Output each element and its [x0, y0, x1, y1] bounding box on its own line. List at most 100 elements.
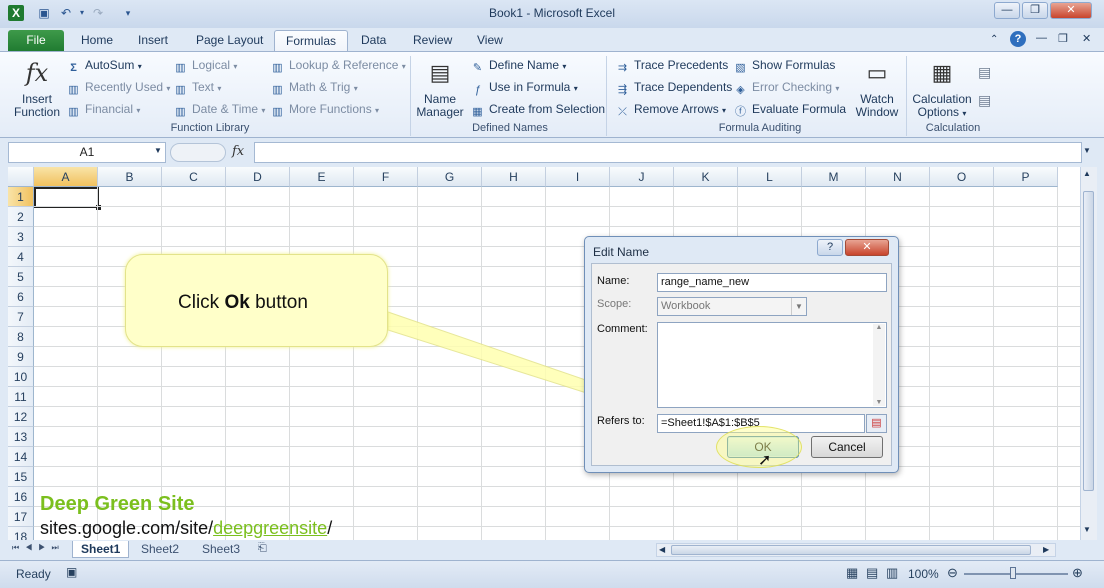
lookup-reference-button[interactable]: ▥ Lookup & Reference ▾ — [270, 56, 405, 74]
row-header[interactable]: 12 — [8, 407, 34, 427]
row-header[interactable]: 5 — [8, 267, 34, 287]
column-header[interactable]: G — [418, 167, 482, 187]
remove-arrows-button[interactable]: ⤫ Remove Arrows ▾ — [615, 100, 726, 118]
column-header[interactable]: D — [226, 167, 290, 187]
sheet-nav-arrows-icon[interactable]: ⏮◀▶⏭ — [12, 543, 65, 553]
column-header[interactable]: A — [34, 167, 98, 187]
column-header[interactable]: E — [290, 167, 354, 187]
horizontal-scrollbar[interactable]: ◀ ▶ — [656, 543, 1056, 557]
formula-input[interactable] — [254, 142, 1082, 163]
doc-restore-icon[interactable]: ❐ — [1058, 32, 1068, 45]
row-header[interactable]: 8 — [8, 327, 34, 347]
minimize-ribbon-icon[interactable]: ⌃ — [990, 34, 998, 45]
watermark-link[interactable]: deepgreensite — [213, 518, 327, 538]
column-header[interactable]: K — [674, 167, 738, 187]
row-header[interactable]: 7 — [8, 307, 34, 327]
zoom-level[interactable]: 100% — [908, 567, 939, 581]
page-layout-view-icon[interactable]: ▤ — [866, 565, 878, 581]
select-all-corner[interactable] — [8, 167, 34, 187]
insert-sheet-icon[interactable]: ⎗ — [258, 542, 267, 555]
macro-record-icon[interactable]: ▣ — [66, 565, 77, 579]
watch-window-button[interactable]: ▭ Watch Window — [852, 57, 902, 119]
insert-function-button[interactable]: fx Insert Function — [12, 57, 62, 119]
sheet-tab-sheet3[interactable]: Sheet3 — [194, 541, 248, 558]
comment-scrollbar[interactable]: ▲ ▼ — [873, 324, 885, 406]
scroll-up-icon[interactable]: ▲ — [1083, 169, 1091, 178]
expand-formula-bar-icon[interactable]: ▼ — [1083, 146, 1091, 155]
tab-review[interactable]: Review — [402, 30, 463, 52]
minimize-button[interactable]: — — [994, 2, 1020, 19]
sheet-tab-sheet2[interactable]: Sheet2 — [133, 541, 187, 558]
name-input[interactable]: range_name_new — [657, 273, 887, 292]
show-formulas-button[interactable]: ▧ Show Formulas — [733, 56, 835, 74]
row-header[interactable]: 9 — [8, 347, 34, 367]
error-checking-button[interactable]: ◈ Error Checking ▾ — [733, 78, 839, 96]
recently-used-button[interactable]: ▥ Recently Used ▾ — [66, 78, 170, 96]
row-header[interactable]: 3 — [8, 227, 34, 247]
column-header[interactable]: L — [738, 167, 802, 187]
row-header[interactable]: 2 — [8, 207, 34, 227]
normal-view-icon[interactable]: ▦ — [846, 565, 858, 581]
close-button[interactable]: ✕ — [1050, 2, 1092, 19]
row-header[interactable]: 13 — [8, 427, 34, 447]
zoom-in-icon[interactable]: ⊕ — [1072, 565, 1083, 581]
doc-minimize-icon[interactable]: — — [1036, 32, 1047, 44]
calculate-now-icon[interactable]: ▤ — [978, 64, 991, 81]
row-header[interactable]: 16 — [8, 487, 34, 507]
row-header[interactable]: 1 — [8, 187, 34, 207]
scroll-right-icon[interactable]: ▶ — [1043, 545, 1049, 554]
trace-precedents-button[interactable]: ⇉ Trace Precedents — [615, 56, 728, 74]
name-box-dropdown-icon[interactable]: ▼ — [154, 146, 162, 155]
cancel-button[interactable]: Cancel — [811, 436, 883, 458]
column-header[interactable]: F — [354, 167, 418, 187]
scroll-left-icon[interactable]: ◀ — [659, 545, 665, 554]
tab-page-layout[interactable]: Page Layout — [185, 30, 274, 52]
column-header[interactable]: C — [162, 167, 226, 187]
page-break-view-icon[interactable]: ▥ — [886, 565, 898, 581]
name-manager-button[interactable]: ▤ Name Manager — [414, 57, 466, 119]
horizontal-scroll-thumb[interactable] — [671, 545, 1031, 555]
use-in-formula-button[interactable]: ƒ Use in Formula ▾ — [470, 78, 577, 96]
calculation-options-button[interactable]: ▦ Calculation Options ▾ — [910, 57, 974, 120]
logical-button[interactable]: ▥ Logical ▾ — [173, 56, 237, 74]
column-header[interactable]: B — [98, 167, 162, 187]
selected-cell-a1[interactable] — [34, 187, 99, 208]
math-trig-button[interactable]: ▥ Math & Trig ▾ — [270, 78, 357, 96]
worksheet-grid[interactable]: A B C D E F G H I J K L M N O P 1 2 3 4 5 6 7 8 9 10 11 12 13 14 15 16 1… — [8, 167, 1080, 540]
doc-close-icon[interactable]: ✕ — [1082, 32, 1091, 45]
column-header[interactable]: J — [610, 167, 674, 187]
scope-dropdown-icon[interactable]: ▼ — [791, 298, 806, 315]
row-header[interactable]: 6 — [8, 287, 34, 307]
trace-dependents-button[interactable]: ⇶ Trace Dependents — [615, 78, 732, 96]
row-header[interactable]: 10 — [8, 367, 34, 387]
financial-button[interactable]: ▥ Financial ▾ — [66, 100, 140, 118]
row-header[interactable]: 17 — [8, 507, 34, 527]
column-header[interactable]: M — [802, 167, 866, 187]
help-icon[interactable]: ? — [1010, 31, 1026, 47]
define-name-button[interactable]: ✎ Define Name ▾ — [470, 56, 567, 74]
tab-file[interactable]: File — [8, 30, 64, 52]
zoom-out-icon[interactable]: ⊖ — [947, 565, 958, 581]
row-header[interactable]: 15 — [8, 467, 34, 487]
scroll-down-icon[interactable]: ▼ — [1083, 525, 1091, 534]
zoom-slider-thumb[interactable] — [1010, 567, 1016, 579]
column-header[interactable]: P — [994, 167, 1058, 187]
column-header[interactable]: N — [866, 167, 930, 187]
tab-formulas[interactable]: Formulas — [274, 30, 349, 52]
zoom-slider[interactable] — [964, 573, 1068, 575]
dialog-help-button[interactable]: ? — [817, 239, 843, 256]
row-header[interactable]: 18 — [8, 527, 34, 540]
vertical-scrollbar[interactable]: ▲ ▼ — [1080, 167, 1097, 540]
row-header[interactable]: 11 — [8, 387, 34, 407]
text-button[interactable]: ▥ Text ▾ — [173, 78, 221, 96]
name-box[interactable]: A1 — [8, 142, 166, 163]
insert-function-fx-button[interactable]: fx — [232, 144, 244, 159]
tab-view[interactable]: View — [466, 30, 514, 52]
row-header[interactable]: 4 — [8, 247, 34, 267]
tab-home[interactable]: Home — [70, 30, 124, 52]
sheet-tab-sheet1[interactable]: Sheet1 — [72, 541, 130, 558]
more-functions-button[interactable]: ▥ More Functions ▾ — [270, 100, 379, 118]
tab-data[interactable]: Data — [350, 30, 397, 52]
vertical-scroll-thumb[interactable] — [1083, 191, 1094, 491]
calculate-sheet-icon[interactable]: ▤ — [978, 92, 991, 109]
